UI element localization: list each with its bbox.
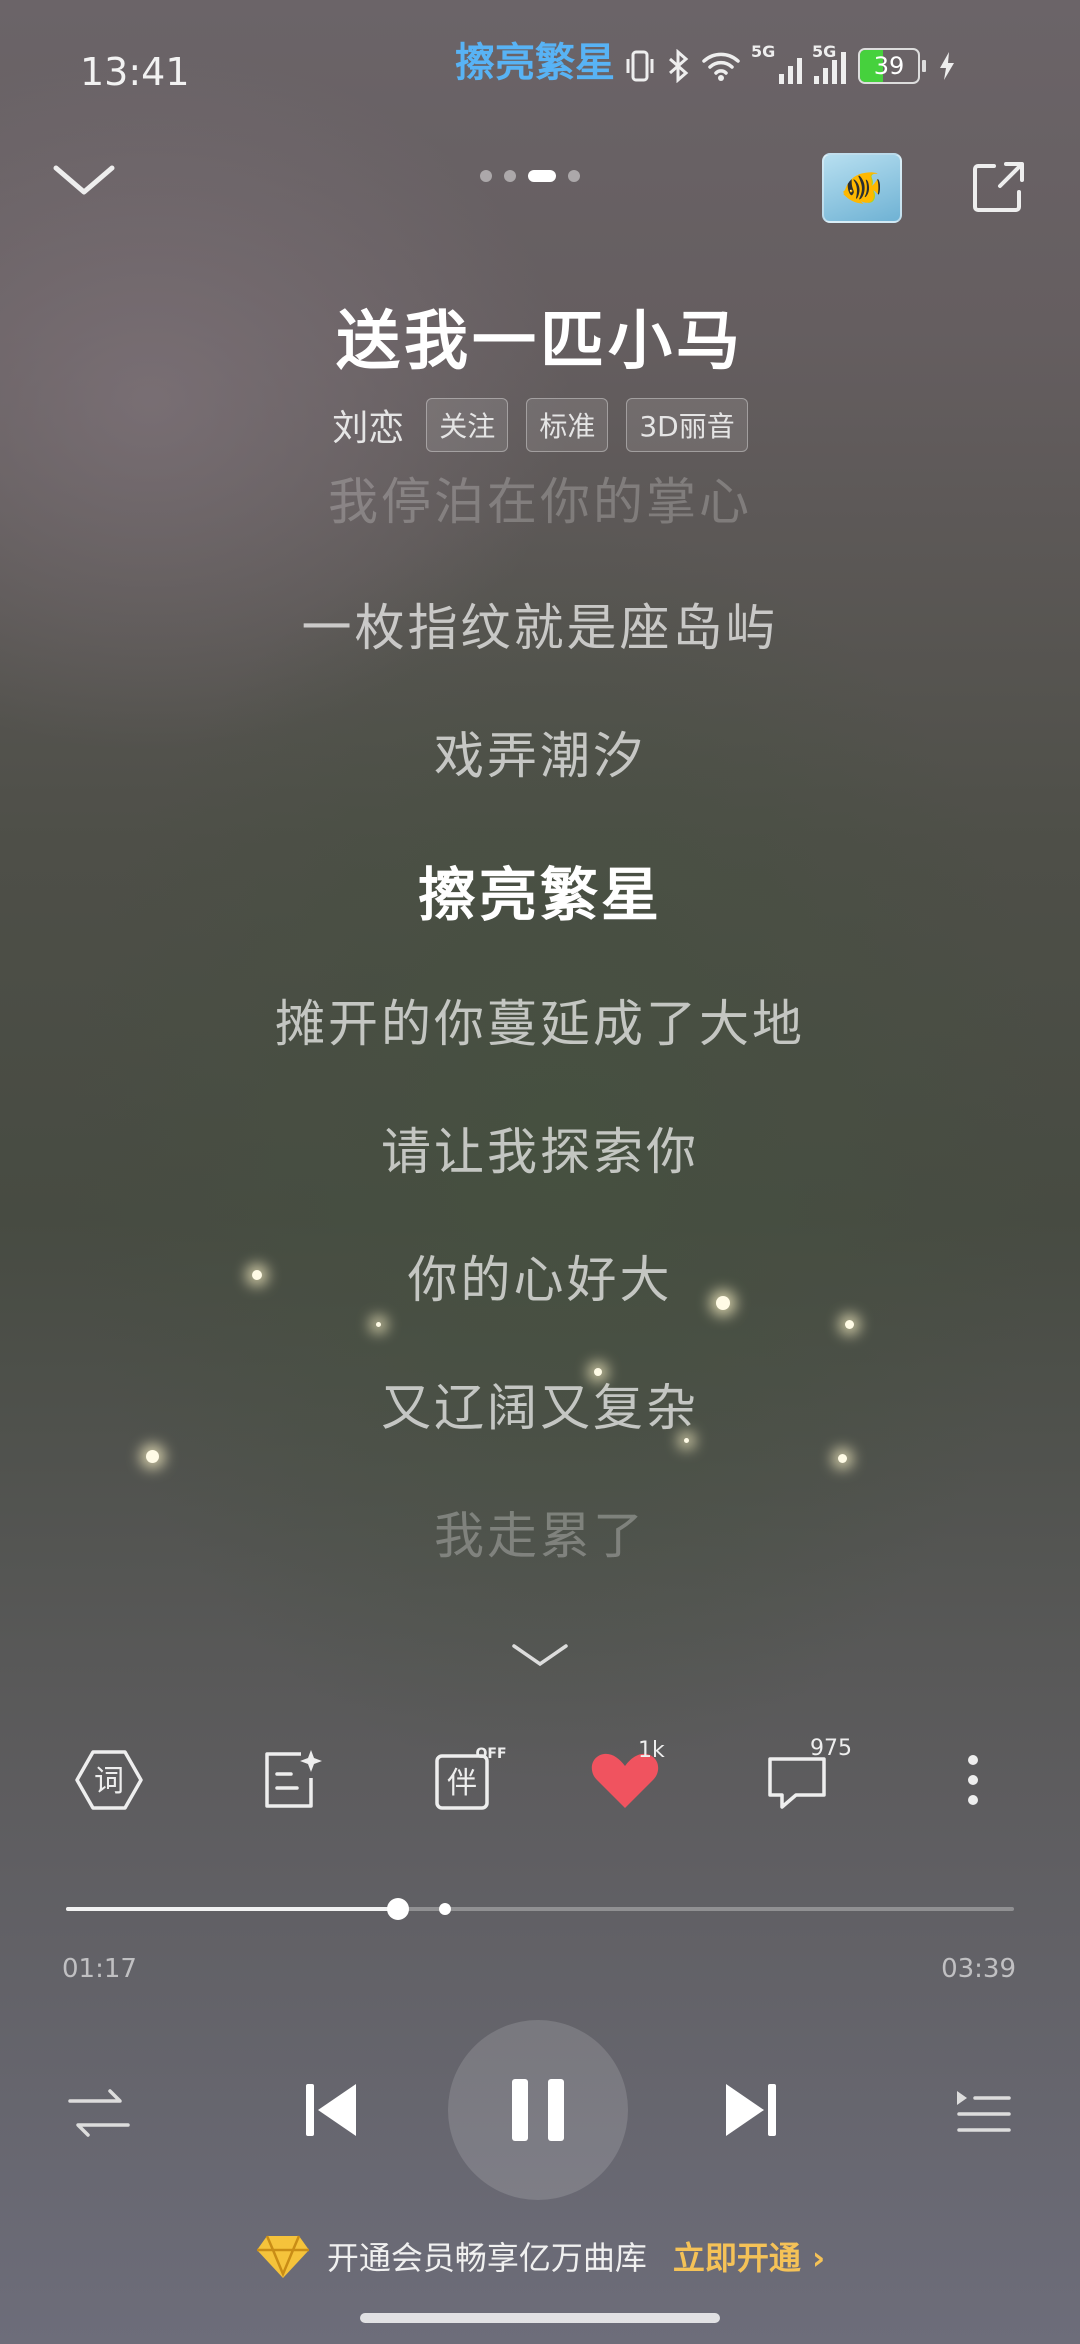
page-dot[interactable] [480, 170, 492, 182]
page-dot[interactable] [504, 170, 516, 182]
comments-button[interactable]: 975 [752, 1730, 852, 1830]
bluetooth-icon [669, 49, 689, 83]
vip-cta-label: 立即开通 [672, 2239, 801, 2277]
lyric-line: 你的心好大 [407, 1251, 673, 1309]
notes-sparkle-icon [265, 1750, 322, 1808]
lyric-line-current: 擦亮繁星 [417, 861, 662, 929]
lyric-line: 我走累了 [434, 1507, 646, 1565]
sparkle [845, 1320, 854, 1329]
battery-icon: 39 [858, 48, 926, 84]
collapse-chevron-icon[interactable] [50, 160, 118, 200]
lyrics-icon: 词 [75, 1750, 143, 1810]
diamond-vip-icon [256, 2235, 309, 2278]
accompaniment-icon: 伴 OFF [435, 1746, 507, 1810]
next-button[interactable] [712, 2070, 792, 2150]
lyric-line: 请让我探索你 [381, 1123, 699, 1181]
battery-level: 39 [873, 52, 905, 80]
sparkle [252, 1270, 262, 1280]
wifi-icon [702, 52, 740, 81]
more-button[interactable] [928, 1730, 1018, 1830]
sparkle [146, 1450, 159, 1463]
pause-icon [512, 2079, 564, 2141]
accompaniment-icon-label: 伴 [447, 1766, 477, 1801]
playlist-icon [957, 2091, 1011, 2132]
skip-next-icon [726, 2084, 776, 2136]
like-button[interactable]: 1k [580, 1730, 670, 1830]
share-icon[interactable] [968, 158, 1028, 218]
play-mode-button[interactable] [64, 2080, 134, 2146]
vibrate-icon [626, 50, 654, 82]
lyric-line: 又辽阔又复杂 [381, 1379, 699, 1437]
ai-lyrics-button[interactable] [246, 1730, 336, 1830]
sparkle [594, 1368, 602, 1376]
sparkle [838, 1454, 847, 1463]
quality-button[interactable]: 标准 [526, 398, 609, 452]
status-icons: 5G 5G 39 [625, 42, 956, 84]
progress-fill [66, 1907, 398, 1911]
lyrics-panel[interactable]: 我停泊在你的掌心 一枚指纹就是座岛屿 戏弄潮汐 擦亮繁星 摊开的你蔓延成了大地 … [0, 450, 1080, 1580]
climax-marker[interactable] [439, 1903, 452, 1915]
vip-promo-text: 开通会员畅享亿万曲库 [326, 2239, 647, 2277]
lyric-line: 一枚指纹就是座岛屿 [301, 599, 779, 657]
progress-thumb[interactable] [386, 1898, 409, 1920]
elapsed-time: 01:17 [62, 1954, 137, 1984]
home-indicator[interactable] [360, 2313, 720, 2323]
lyric-line: 戏弄潮汐 [434, 727, 646, 785]
lyric-line: 我停泊在你的掌心 [328, 473, 752, 531]
status-time: 13:41 [80, 50, 190, 94]
accompaniment-state: OFF [475, 1746, 506, 1762]
page-dot-active[interactable] [528, 170, 556, 182]
vip-banner[interactable]: 开通会员畅享亿万曲库 立即开通 › [0, 2232, 1080, 2280]
more-vertical-icon [968, 1755, 978, 1805]
sound-effect-button[interactable]: 3D丽音 [626, 398, 748, 452]
page-indicator[interactable] [480, 170, 580, 182]
lyrics-button[interactable]: 词 [64, 1730, 154, 1830]
charging-icon [940, 52, 954, 80]
previous-button[interactable] [290, 2070, 370, 2150]
shuffle-icon [68, 2089, 130, 2137]
lyrics-icon-label: 词 [94, 1764, 124, 1799]
sparkle [684, 1438, 689, 1443]
signal-1-icon: 5G [751, 42, 802, 84]
playlist-button[interactable] [950, 2080, 1016, 2146]
accompaniment-button[interactable]: 伴 OFF [424, 1730, 514, 1830]
follow-button[interactable]: 关注 [426, 398, 509, 452]
sparkle [716, 1296, 730, 1310]
lyric-line: 摊开的你蔓延成了大地 [275, 995, 805, 1053]
progress-bar[interactable] [66, 1898, 1014, 1920]
pause-button[interactable] [448, 2020, 628, 2200]
action-row: 词 伴 OFF 1k 975 [0, 1730, 1080, 1830]
skip-previous-icon [306, 2084, 356, 2136]
vip-cta-link[interactable]: 立即开通 › [673, 2233, 825, 2279]
song-meta-row: 刘恋 关注 标准 3D丽音 [0, 398, 1080, 452]
total-time: 03:39 [941, 1954, 1016, 1984]
status-now-playing-lyric: 擦亮繁星 [455, 40, 615, 86]
page-dot[interactable] [568, 170, 580, 182]
signal-2-icon: 5G [812, 42, 846, 84]
artist-name[interactable]: 刘恋 [332, 399, 404, 451]
chevron-down-icon[interactable] [510, 1640, 570, 1670]
like-count: 1k [638, 1738, 665, 1763]
comment-count: 975 [810, 1736, 852, 1761]
goldfish-icon[interactable]: 🐠 [822, 153, 902, 223]
song-title: 送我一匹小马 [336, 305, 744, 379]
sparkle [376, 1322, 381, 1327]
